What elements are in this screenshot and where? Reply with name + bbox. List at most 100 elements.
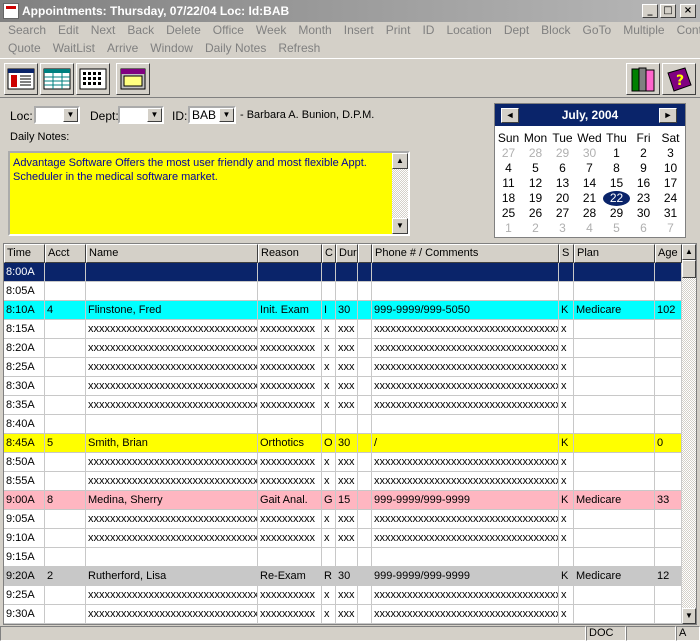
- column-header-plan[interactable]: Plan: [574, 244, 655, 263]
- appointment-row[interactable]: 8:25A xxxxxxxxxxxxxxxxxxxxxxxxxxxxxxxxxx x…: [4, 358, 684, 377]
- help-button[interactable]: ?: [662, 63, 696, 95]
- menu-item-block[interactable]: Block: [541, 23, 570, 37]
- calendar-day[interactable]: 9: [630, 161, 657, 176]
- scroll-thumb[interactable]: [682, 260, 696, 278]
- calendar-day[interactable]: 31: [657, 206, 684, 221]
- calendar-day[interactable]: 3: [549, 221, 576, 236]
- appointment-row[interactable]: 9:00A 8 Medina, Sherry Gait Anal. G 15 999-999…: [4, 491, 684, 510]
- menu-item-location[interactable]: Location: [446, 23, 491, 37]
- calendar-day[interactable]: 29: [603, 206, 630, 221]
- next-month-icon[interactable]: ►: [659, 108, 677, 123]
- appointment-row[interactable]: 8:50A xxxxxxxxxxxxxxxxxxxxxxxxxxxxxxxxxx x…: [4, 453, 684, 472]
- calendar-day[interactable]: 30: [576, 146, 603, 161]
- calendar-day[interactable]: 2: [630, 146, 657, 161]
- column-header-reason[interactable]: Reason: [258, 244, 322, 263]
- appointment-row[interactable]: 9:35A: [4, 624, 684, 625]
- appointment-row[interactable]: 9:05A xxxxxxxxxxxxxxxxxxxxxxxxxxxxxxxxxx x…: [4, 510, 684, 529]
- calendar-day[interactable]: 27: [549, 206, 576, 221]
- appointment-row[interactable]: 8:35A xxxxxxxxxxxxxxxxxxxxxxxxxxxxxxxxxx x…: [4, 396, 684, 415]
- menu-item-multiple[interactable]: Multiple: [623, 23, 664, 37]
- appointment-row[interactable]: 8:10A 4 Flinstone, Fred Init. Exam I 30 999-99…: [4, 301, 684, 320]
- calendar-day[interactable]: 28: [576, 206, 603, 221]
- scroll-down-icon[interactable]: ▼: [392, 218, 408, 234]
- calendar-day[interactable]: 21: [576, 191, 603, 206]
- grid-scrollbar[interactable]: ▲ ▼: [682, 244, 696, 624]
- calendar-day[interactable]: 23: [630, 191, 657, 206]
- menu-item-edit[interactable]: Edit: [58, 23, 79, 37]
- menu-item-next[interactable]: Next: [91, 23, 116, 37]
- column-header-c[interactable]: C: [322, 244, 336, 263]
- menu-item-waitlist[interactable]: WaitList: [53, 41, 95, 55]
- calendar-day[interactable]: 17: [657, 176, 684, 191]
- calendar-day[interactable]: 16: [630, 176, 657, 191]
- notes-scrollbar[interactable]: ▲ ▼: [392, 153, 408, 234]
- calendar-day[interactable]: 19: [522, 191, 549, 206]
- appointment-row[interactable]: 8:15A xxxxxxxxxxxxxxxxxxxxxxxxxxxxxxxxxx x…: [4, 320, 684, 339]
- calendar-day[interactable]: 10: [657, 161, 684, 176]
- calendar-day[interactable]: 11: [495, 176, 522, 191]
- menu-item-arrive[interactable]: Arrive: [107, 41, 138, 55]
- menu-item-id[interactable]: ID: [422, 23, 434, 37]
- dropdown-arrow-icon[interactable]: ▼: [147, 108, 162, 122]
- calendar-day[interactable]: 28: [522, 146, 549, 161]
- books-button[interactable]: [626, 63, 660, 95]
- daily-notes-textarea[interactable]: Advantage Software Offers the most user …: [8, 151, 410, 236]
- appointment-row[interactable]: 8:05A: [4, 282, 684, 301]
- column-header-flag[interactable]: [358, 244, 372, 263]
- menu-item-window[interactable]: Window: [150, 41, 193, 55]
- menu-item-week[interactable]: Week: [256, 23, 286, 37]
- calendar-day[interactable]: 18: [495, 191, 522, 206]
- maximize-button[interactable]: □: [660, 4, 676, 18]
- calendar-day[interactable]: 27: [495, 146, 522, 161]
- appointment-row[interactable]: 8:00A: [4, 263, 684, 282]
- calendar-day[interactable]: 7: [657, 221, 684, 236]
- calendar-day[interactable]: 15: [603, 176, 630, 191]
- column-header-s[interactable]: S: [559, 244, 574, 263]
- menu-item-continue[interactable]: Continue: [677, 23, 700, 37]
- calendar-day[interactable]: 29: [549, 146, 576, 161]
- menu-item-back[interactable]: Back: [127, 23, 154, 37]
- calendar-day[interactable]: 4: [576, 221, 603, 236]
- column-header-name[interactable]: Name: [86, 244, 258, 263]
- minimize-button[interactable]: _: [642, 4, 658, 18]
- menu-item-daily-notes[interactable]: Daily Notes: [205, 41, 266, 55]
- appointment-row[interactable]: 9:15A: [4, 548, 684, 567]
- calendar-day[interactable]: 6: [549, 161, 576, 176]
- appointment-row[interactable]: 8:45A 5 Smith, Brian Orthotics O 30 /K 0: [4, 434, 684, 453]
- close-button[interactable]: ×: [680, 4, 696, 18]
- month-view-button[interactable]: [76, 63, 110, 95]
- scroll-up-icon[interactable]: ▲: [392, 153, 408, 169]
- provider-id-select[interactable]: BAB ▼: [188, 106, 236, 124]
- calendar-day[interactable]: 14: [576, 176, 603, 191]
- appointment-row[interactable]: 8:40A: [4, 415, 684, 434]
- calendar-day[interactable]: 3: [657, 146, 684, 161]
- calendar-day[interactable]: 8: [603, 161, 630, 176]
- menu-item-goto[interactable]: GoTo: [583, 23, 612, 37]
- calendar-day[interactable]: 22: [603, 191, 630, 206]
- scroll-up-icon[interactable]: ▲: [682, 244, 696, 260]
- menu-item-month[interactable]: Month: [298, 23, 331, 37]
- calendar-day[interactable]: 5: [603, 221, 630, 236]
- dropdown-arrow-icon[interactable]: ▼: [219, 108, 234, 122]
- calendar-day[interactable]: 6: [630, 221, 657, 236]
- appointment-row[interactable]: 9:20A 2 Rutherford, Lisa Re-Exam R 30 999-9999…: [4, 567, 684, 586]
- appointment-row[interactable]: 9:10A xxxxxxxxxxxxxxxxxxxxxxxxxxxxxxxxxx x…: [4, 529, 684, 548]
- column-header-acct[interactable]: Acct: [45, 244, 86, 263]
- column-header-age[interactable]: Age: [655, 244, 682, 263]
- appointment-row[interactable]: 8:30A xxxxxxxxxxxxxxxxxxxxxxxxxxxxxxxxxx x…: [4, 377, 684, 396]
- day-view-button[interactable]: [4, 63, 38, 95]
- appointment-row[interactable]: 9:25A xxxxxxxxxxxxxxxxxxxxxxxxxxxxxxxxxx x…: [4, 586, 684, 605]
- column-header-phone[interactable]: Phone # / Comments: [372, 244, 559, 263]
- calendar-day[interactable]: 13: [549, 176, 576, 191]
- calendar-day[interactable]: 30: [630, 206, 657, 221]
- calendar-day[interactable]: 12: [522, 176, 549, 191]
- appointment-row[interactable]: 9:30A xxxxxxxxxxxxxxxxxxxxxxxxxxxxxxxxxx x…: [4, 605, 684, 624]
- column-header-time[interactable]: Time: [4, 244, 45, 263]
- menu-item-insert[interactable]: Insert: [344, 23, 374, 37]
- menu-item-dept[interactable]: Dept: [504, 23, 529, 37]
- calendar-day[interactable]: 24: [657, 191, 684, 206]
- menu-item-print[interactable]: Print: [386, 23, 411, 37]
- calendar-day[interactable]: 25: [495, 206, 522, 221]
- column-header-dur[interactable]: Dur: [336, 244, 358, 263]
- appointment-row[interactable]: 8:20A xxxxxxxxxxxxxxxxxxxxxxxxxxxxxxxxxx x…: [4, 339, 684, 358]
